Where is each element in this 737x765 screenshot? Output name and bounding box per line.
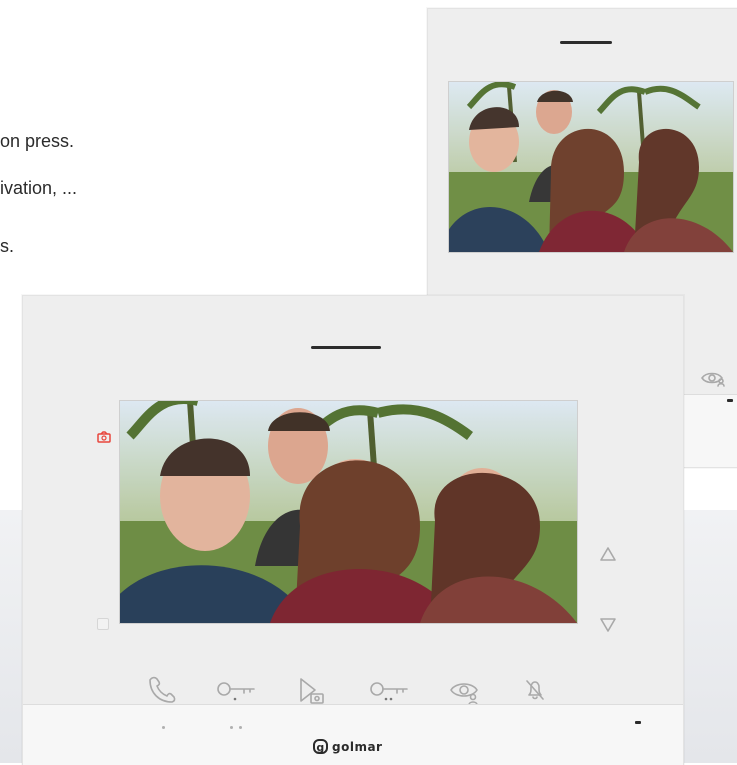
edge-mark	[635, 721, 641, 724]
camera-icon	[97, 430, 111, 443]
text-line-1: on press.	[0, 131, 75, 151]
indicator-dot	[230, 726, 233, 729]
speaker-slot	[560, 41, 612, 44]
indicator-dot	[162, 726, 165, 729]
brand-name: golmar	[332, 739, 383, 754]
text-line-3: s.	[0, 236, 15, 256]
video-screen	[119, 400, 578, 624]
sensor-square	[97, 618, 109, 630]
key-one-icon[interactable]	[214, 675, 256, 703]
speaker-slot	[311, 346, 381, 349]
play-camera-icon[interactable]	[293, 674, 327, 708]
brand-logo: g golmar	[313, 739, 382, 754]
indicator-dots	[230, 726, 242, 729]
up-arrow-icon[interactable]	[594, 540, 622, 568]
brand-mark: g	[313, 739, 328, 754]
footer-strip	[23, 704, 683, 765]
down-arrow-icon[interactable]	[594, 610, 622, 638]
edge-mark-right	[727, 399, 733, 402]
indicator-dot	[239, 726, 242, 729]
key-two-icon[interactable]	[367, 675, 409, 703]
bell-off-icon[interactable]	[520, 675, 550, 705]
selfie-photo	[449, 82, 733, 252]
video-screen	[448, 81, 734, 253]
eye-user-icon[interactable]	[698, 364, 726, 392]
handset-icon[interactable]	[144, 673, 178, 707]
monitor-landscape: g golmar	[22, 295, 684, 765]
text-line-2: ivation, ...	[0, 178, 78, 198]
selfie-photo	[120, 401, 577, 623]
indicator-dots	[162, 726, 165, 729]
